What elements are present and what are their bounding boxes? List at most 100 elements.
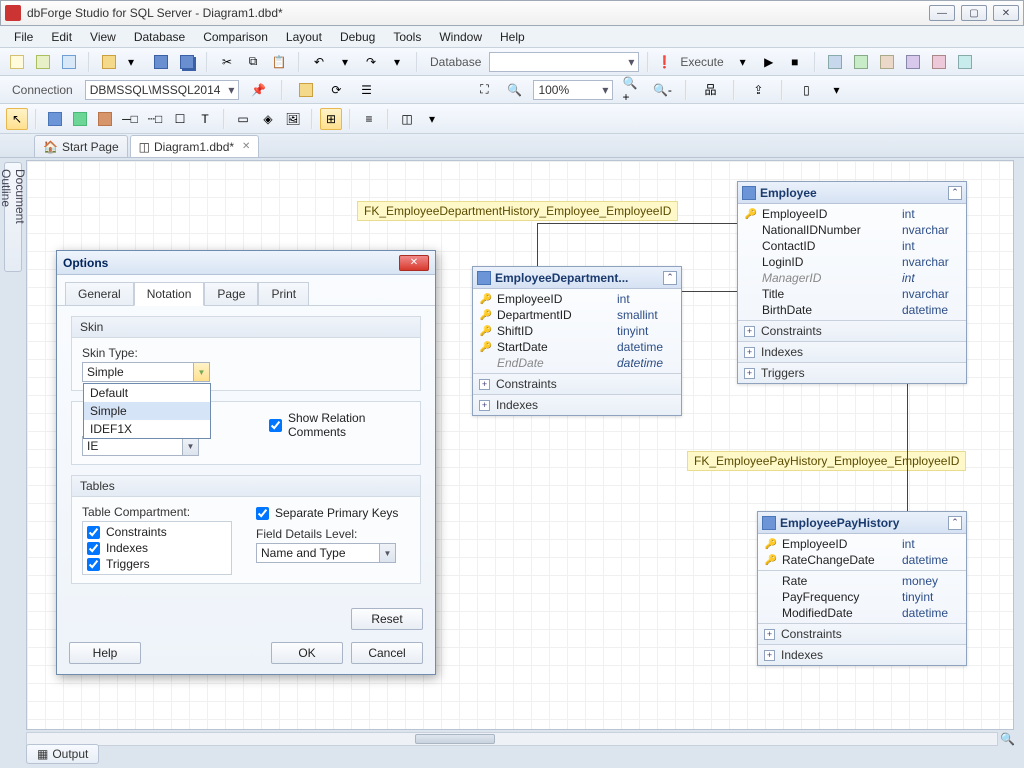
zoom-combo[interactable]: 100% xyxy=(533,80,613,100)
zoom-region-icon[interactable]: 🔍 xyxy=(503,79,525,101)
section-constraints[interactable]: +Constraints xyxy=(473,373,681,394)
props-icon[interactable]: ☰ xyxy=(355,79,377,101)
output-tab[interactable]: ▦ Output xyxy=(26,744,99,764)
pin-icon[interactable]: 📌 xyxy=(247,79,269,101)
new-diagram-icon[interactable] xyxy=(58,51,80,73)
zoom-out-icon[interactable]: 🔍- xyxy=(651,79,673,101)
magnifier-icon[interactable]: 🔍 xyxy=(1000,732,1016,748)
menu-layout[interactable]: Layout xyxy=(278,28,330,46)
cancel-button[interactable]: Cancel xyxy=(351,642,423,664)
column-row[interactable]: 🔑EmployeeIDint xyxy=(758,536,966,552)
tool-icon-3[interactable] xyxy=(876,51,898,73)
refresh-icon[interactable]: ⟳ xyxy=(325,79,347,101)
collapse-icon[interactable]: ⌃ xyxy=(948,516,962,530)
minimize-button[interactable]: — xyxy=(929,5,955,21)
new-query-icon[interactable] xyxy=(32,51,54,73)
column-row[interactable]: 🔑RateChangeDatedatetime xyxy=(758,552,966,568)
entity-employee[interactable]: Employee⌃ 🔑EmployeeIDintNationalIDNumber… xyxy=(737,181,967,384)
tool-icon-5[interactable] xyxy=(928,51,950,73)
column-row[interactable]: 🔑ShiftIDtinyint xyxy=(473,323,681,339)
section-indexes[interactable]: +Indexes xyxy=(473,394,681,415)
column-row[interactable]: Ratemoney xyxy=(758,573,966,589)
connection-combo[interactable]: DBMSSQL\MSSQL2014 xyxy=(85,80,240,100)
section-constraints[interactable]: +Constraints xyxy=(758,623,966,644)
column-row[interactable]: ContactIDint xyxy=(738,238,966,254)
undo-icon[interactable]: ↶ xyxy=(308,51,330,73)
option-default[interactable]: Default xyxy=(84,384,210,402)
option-idef1x[interactable]: IDEF1X xyxy=(84,420,210,438)
option-simple[interactable]: Simple xyxy=(84,402,210,420)
page-dropdown-icon[interactable]: ▾ xyxy=(825,79,847,101)
add-proc-icon[interactable] xyxy=(94,108,116,130)
reset-button[interactable]: Reset xyxy=(351,608,423,630)
copy-icon[interactable]: ⧉ xyxy=(242,51,264,73)
menu-edit[interactable]: Edit xyxy=(43,28,80,46)
chk-constraints[interactable]: Constraints xyxy=(87,524,227,540)
execute-label[interactable]: Execute xyxy=(680,55,723,69)
section-indexes[interactable]: +Indexes xyxy=(758,644,966,665)
scrollbar-thumb[interactable] xyxy=(415,734,495,744)
page-icon[interactable]: ▯ xyxy=(795,79,817,101)
maximize-button[interactable]: ▢ xyxy=(961,5,987,21)
tool-icon-1[interactable] xyxy=(824,51,846,73)
entity-employee-pay-history[interactable]: EmployeePayHistory⌃ 🔑EmployeeIDint🔑RateC… xyxy=(757,511,967,666)
group-dropdown-icon[interactable]: ▾ xyxy=(421,108,443,130)
relation-label-top[interactable]: FK_EmployeeDepartmentHistory_Employee_Em… xyxy=(357,201,678,221)
save-icon[interactable] xyxy=(150,51,172,73)
chk-triggers[interactable]: Triggers xyxy=(87,556,227,572)
tab-notation[interactable]: Notation xyxy=(134,282,205,306)
add-view-icon[interactable] xyxy=(69,108,91,130)
column-row[interactable]: BirthDatedatetime xyxy=(738,302,966,318)
column-row[interactable]: 🔑StartDatedatetime xyxy=(473,339,681,355)
menu-window[interactable]: Window xyxy=(431,28,490,46)
align-icon[interactable]: ≡ xyxy=(358,108,380,130)
dropdown-arrow-icon[interactable]: ▼ xyxy=(379,544,395,562)
column-row[interactable]: Titlenvarchar xyxy=(738,286,966,302)
group-icon[interactable]: ◫ xyxy=(396,108,418,130)
column-row[interactable]: ModifiedDatedatetime xyxy=(758,605,966,621)
column-row[interactable]: NationalIDNumbernvarchar xyxy=(738,222,966,238)
container-icon[interactable]: ▭ xyxy=(232,108,254,130)
add-table-icon[interactable] xyxy=(44,108,66,130)
help-button[interactable]: Help xyxy=(69,642,141,664)
add-text-icon[interactable]: T xyxy=(194,108,216,130)
section-constraints[interactable]: +Constraints xyxy=(738,320,966,341)
tool-icon-4[interactable] xyxy=(902,51,924,73)
ok-button[interactable]: OK xyxy=(271,642,343,664)
tab-general[interactable]: General xyxy=(65,282,134,306)
export-icon[interactable]: ⇪ xyxy=(747,79,769,101)
column-row[interactable]: 🔑DepartmentIDsmallint xyxy=(473,307,681,323)
menu-tools[interactable]: Tools xyxy=(385,28,429,46)
collapse-icon[interactable]: ⌃ xyxy=(948,186,962,200)
open-icon[interactable] xyxy=(98,51,120,73)
edit-icon[interactable] xyxy=(295,79,317,101)
snap-grid-icon[interactable]: ⊞ xyxy=(320,108,342,130)
relation-label-bottom[interactable]: FK_EmployeePayHistory_Employee_EmployeeI… xyxy=(687,451,966,471)
undo-dropdown-icon[interactable]: ▾ xyxy=(334,51,356,73)
redo-icon[interactable]: ↷ xyxy=(360,51,382,73)
chk-separate-pk[interactable]: Separate Primary Keys xyxy=(256,505,410,521)
dialog-titlebar[interactable]: Options ✕ xyxy=(57,251,435,275)
skin-type-combo[interactable]: Simple ▼ Default Simple IDEF1X xyxy=(82,362,210,382)
menu-debug[interactable]: Debug xyxy=(332,28,383,46)
cut-icon[interactable]: ✂ xyxy=(216,51,238,73)
new-sql-icon[interactable] xyxy=(6,51,28,73)
add-relation-icon[interactable]: ─□ xyxy=(119,108,141,130)
chk-indexes[interactable]: Indexes xyxy=(87,540,227,556)
column-row[interactable]: ManagerIDint xyxy=(738,270,966,286)
close-tab-icon[interactable]: ✕ xyxy=(242,141,250,152)
save-all-icon[interactable] xyxy=(176,51,198,73)
menu-database[interactable]: Database xyxy=(126,28,193,46)
section-indexes[interactable]: +Indexes xyxy=(738,341,966,362)
paste-icon[interactable]: 📋 xyxy=(268,51,290,73)
horizontal-scrollbar[interactable] xyxy=(26,732,998,746)
tab-print[interactable]: Print xyxy=(258,282,309,306)
add-note-icon[interactable]: ☐ xyxy=(169,108,191,130)
tool-icon-2[interactable] xyxy=(850,51,872,73)
column-row[interactable]: LoginIDnvarchar xyxy=(738,254,966,270)
debug-run-icon[interactable]: ▶ xyxy=(758,51,780,73)
show-relation-comments-checkbox[interactable]: Show Relation Comments xyxy=(269,410,410,440)
column-row[interactable]: 🔑EmployeeIDint xyxy=(738,206,966,222)
menu-file[interactable]: File xyxy=(6,28,41,46)
tab-diagram[interactable]: ◫ Diagram1.dbd* ✕ xyxy=(130,135,260,157)
